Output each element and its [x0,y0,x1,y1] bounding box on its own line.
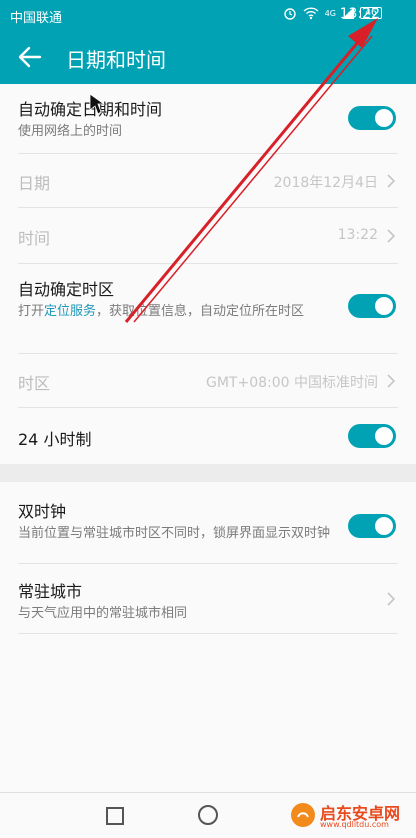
desc-text: ，获取位置信息，自动定位所在时区 [96,304,305,319]
page-title: 日期和时间 [66,48,166,72]
status-bar: 中国联通 4G 46 13:22 [0,0,416,30]
timezone-label: 时区 [18,374,51,393]
chevron-right-icon [387,229,396,243]
date-label: 日期 [18,174,51,193]
dual-clock-desc: 当前位置与常驻城市时区不同时，锁屏界面显示双时钟 [18,526,331,541]
date-value: 2018年12月4日 [273,175,378,191]
auto-timezone-toggle[interactable] [348,294,396,318]
auto-timezone-setting[interactable]: 自动确定时区 打开定位服务，获取位置信息，自动定位所在时区 [18,264,398,354]
auto-time-label: 自动确定日期和时间 [18,100,163,119]
home-city-desc: 与天气应用中的常驻城市相同 [18,606,188,621]
network-type: 4G [324,8,336,18]
dual-clock-toggle[interactable] [348,514,396,538]
auto-timezone-label: 自动确定时区 [18,280,115,299]
auto-timezone-desc: 打开定位服务，获取位置信息，自动定位所在时区 [18,302,338,321]
wifi-icon [303,7,319,20]
hour24-setting[interactable]: 24 小时制 [18,408,398,464]
circle-icon[interactable] [198,805,218,825]
auto-time-desc: 使用网络上的时间 [18,124,123,139]
home-city-setting[interactable]: 常驻城市 与天气应用中的常驻城市相同 [18,564,398,634]
toggle-knob [375,109,393,127]
dual-clock-setting[interactable]: 双时钟 当前位置与常驻城市时区不同时，锁屏界面显示双时钟 [18,482,398,564]
toggle-knob [375,517,393,535]
dual-clock-label: 双时钟 [18,502,67,521]
auto-time-toggle[interactable] [348,106,396,130]
time-value: 13:22 [337,227,378,243]
arrow-left-icon[interactable] [16,43,44,71]
timezone-setting[interactable]: 时区 GMT+08:00 中国标准时间 [18,354,398,408]
chevron-right-icon [387,374,396,388]
carrier-name: 中国联通 [10,11,63,26]
section-divider [0,464,416,482]
watermark-logo-icon [291,803,315,827]
auto-time-setting[interactable]: 自动确定日期和时间 使用网络上的时间 [18,84,398,154]
settings-list: 自动确定日期和时间 使用网络上的时间 日期 2018年12月4日 时间 13:2… [0,84,416,634]
chevron-right-icon [387,174,396,188]
time-label: 时间 [18,229,51,248]
time-setting[interactable]: 时间 13:22 [18,208,398,264]
site-watermark: 启东安卓网 www.qdlitdu.com [288,798,408,834]
watermark-url: www.qdlitdu.com [320,820,389,829]
toggle-knob [375,427,393,445]
chevron-right-icon [387,592,396,606]
status-time: 13:22 [339,6,380,22]
desc-text: 打开 [18,304,45,319]
app-header: 中国联通 4G 46 13:22 日期和时间 [0,0,416,84]
square-icon[interactable] [106,807,124,825]
location-service-link[interactable]: 定位服务 [44,304,96,319]
timezone-value: GMT+08:00 中国标准时间 [205,375,378,391]
toggle-knob [375,297,393,315]
hour24-label: 24 小时制 [18,430,92,449]
date-setting[interactable]: 日期 2018年12月4日 [18,154,398,208]
alarm-icon [284,8,296,20]
home-city-label: 常驻城市 [18,582,83,601]
hour24-toggle[interactable] [348,424,396,448]
